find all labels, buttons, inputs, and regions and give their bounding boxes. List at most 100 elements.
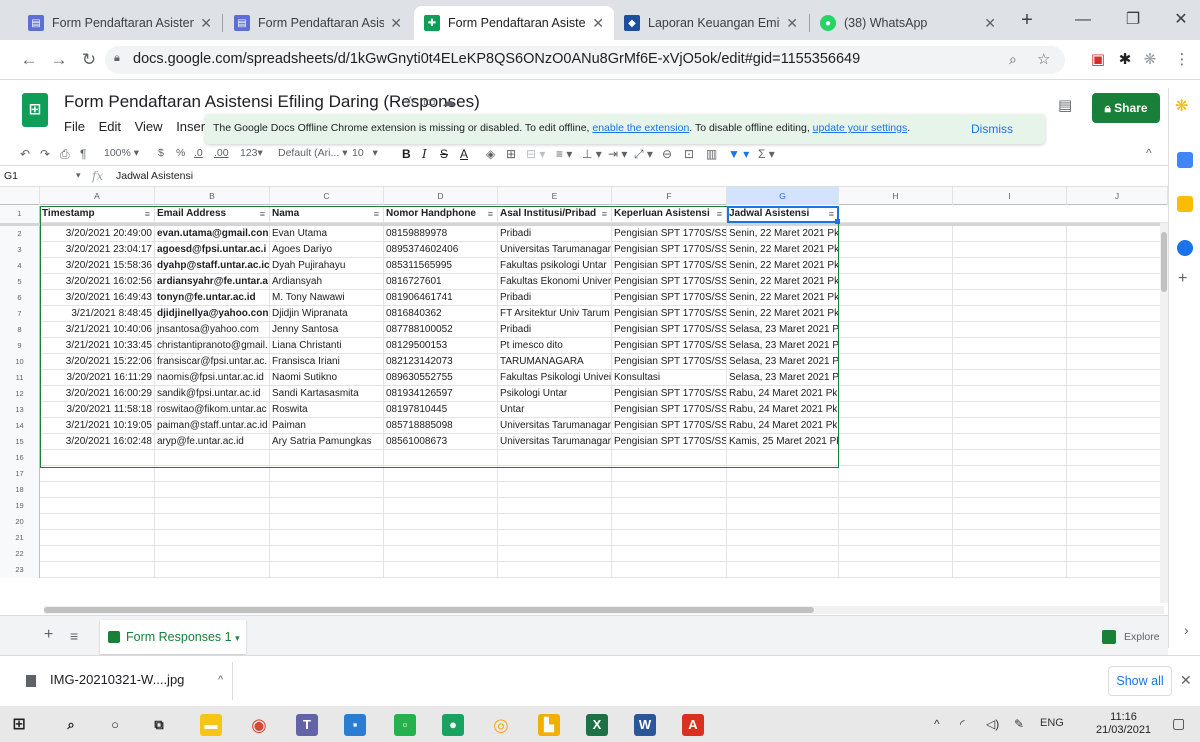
cell-institusi[interactable]: Universitas Tarumanagar [498, 418, 612, 434]
cell-phone[interactable]: 085311565995 [384, 258, 498, 274]
paint-format-icon[interactable]: ¶ [80, 147, 86, 161]
more-formats-select[interactable]: 123▾ [240, 147, 263, 159]
tray-chevron-up-icon[interactable]: ^ [934, 717, 940, 731]
empty-cell[interactable] [155, 450, 270, 466]
filter-icon[interactable]: ▼ ▾ [728, 147, 749, 161]
filter-icon[interactable]: ≡ [717, 206, 722, 222]
cell-keperluan[interactable]: Pengisian SPT 1770S/SS [612, 386, 727, 402]
empty-cell[interactable] [953, 274, 1067, 290]
cell-phone[interactable]: 0816727601 [384, 274, 498, 290]
empty-cell[interactable] [953, 306, 1067, 322]
empty-cell[interactable] [1067, 306, 1168, 322]
empty-cell[interactable] [953, 450, 1067, 466]
empty-cell[interactable] [727, 466, 839, 482]
cell-timestamp[interactable]: 3/20/2021 23:04:17 [40, 242, 155, 258]
empty-cell[interactable] [727, 450, 839, 466]
empty-cell[interactable] [270, 450, 384, 466]
cell-email[interactable]: evan.utama@gmail.con [155, 226, 270, 242]
column-header-b[interactable]: B [155, 187, 270, 205]
empty-cell[interactable] [839, 434, 953, 450]
empty-cell[interactable] [498, 514, 612, 530]
cell-jadwal[interactable]: Selasa, 23 Maret 2021 Pk 09.00-10.00 [727, 354, 839, 370]
header-cell-jadwal[interactable]: Jadwal Asistensi ≡ [727, 206, 839, 222]
header-cell-phone[interactable]: Nomor Handphone ≡ [384, 206, 498, 222]
zoom-icon[interactable]: ⌕ [1009, 51, 1017, 68]
cell-nama[interactable]: Ary Satria Pamungkas [270, 434, 384, 450]
empty-cell[interactable] [40, 498, 155, 514]
column-header-e[interactable]: E [498, 187, 612, 205]
strikethrough-button[interactable]: S [440, 147, 448, 161]
filter-icon[interactable]: ≡ [145, 206, 150, 222]
empty-cell[interactable] [839, 530, 953, 546]
cell-nama[interactable]: Liana Christanti [270, 338, 384, 354]
add-addon-icon[interactable]: + [1178, 270, 1187, 288]
empty-cell[interactable] [1067, 514, 1168, 530]
empty-cell[interactable] [953, 354, 1067, 370]
profile-avatar[interactable]: ❋ [1169, 80, 1200, 140]
select-all-corner[interactable] [0, 187, 40, 205]
merge-cells-icon[interactable]: ⊟ ▾ [526, 147, 545, 161]
row-header[interactable]: 8 [0, 322, 40, 338]
row-header[interactable]: 13 [0, 402, 40, 418]
empty-cell[interactable] [384, 530, 498, 546]
cell-jadwal[interactable]: Senin, 22 Maret 2021 Pk 13.00-14.00 [727, 226, 839, 242]
empty-cell[interactable] [1067, 482, 1168, 498]
row-header[interactable]: 10 [0, 354, 40, 370]
add-sheet-icon[interactable]: + [44, 626, 53, 644]
cell-nama[interactable]: M. Tony Nawawi [270, 290, 384, 306]
empty-cell[interactable] [839, 482, 953, 498]
cell-phone[interactable]: 082123142073 [384, 354, 498, 370]
empty-cell[interactable] [953, 514, 1067, 530]
row-header[interactable]: 7 [0, 306, 40, 322]
empty-cell[interactable] [1067, 530, 1168, 546]
empty-cell[interactable] [155, 498, 270, 514]
cell-timestamp[interactable]: 3/20/2021 11:58:18 [40, 402, 155, 418]
word-icon[interactable]: W [634, 714, 656, 736]
header-cell-nama[interactable]: Nama ≡ [270, 206, 384, 222]
system-clock[interactable]: 11:16 21/03/2021 [1096, 711, 1151, 737]
empty-cell[interactable] [953, 370, 1067, 386]
cell-keperluan[interactable]: Pengisian SPT 1770S/SS [612, 354, 727, 370]
cell-jadwal[interactable]: Selasa, 23 Maret 2021 Pk 10.00-11.00 [727, 338, 839, 354]
cell-email[interactable]: aryp@fe.untar.ac.id [155, 434, 270, 450]
empty-cell[interactable] [155, 530, 270, 546]
cell-phone[interactable]: 08561008673 [384, 434, 498, 450]
search-icon[interactable]: ⌕ [60, 714, 82, 736]
row-header[interactable]: 11 [0, 370, 40, 386]
font-select[interactable]: Default (Ari... ▾ [278, 147, 347, 159]
cell-timestamp[interactable]: 3/21/2021 10:40:06 [40, 322, 155, 338]
cell-nama[interactable]: Sandi Kartasasmita [270, 386, 384, 402]
cell-keperluan[interactable]: Pengisian SPT 1770S/SS [612, 418, 727, 434]
menu-insert[interactable]: Insert [176, 119, 209, 134]
currency-format-button[interactable]: $ [158, 147, 164, 159]
cell-timestamp[interactable]: 3/21/2021 10:33:45 [40, 338, 155, 354]
header-cell-email[interactable]: Email Address ≡ [155, 206, 270, 222]
cell-keperluan[interactable]: Pengisian SPT 1770S/SS [612, 226, 727, 242]
empty-cell[interactable] [384, 498, 498, 514]
notification-icon[interactable]: ▢ [1172, 715, 1185, 732]
row-header[interactable]: 23 [0, 562, 40, 578]
empty-cell[interactable] [1067, 258, 1168, 274]
undo-icon[interactable]: ↶ [20, 147, 30, 161]
cell-phone[interactable]: 08129500153 [384, 338, 498, 354]
empty-cell[interactable] [953, 498, 1067, 514]
empty-cell[interactable] [40, 450, 155, 466]
name-box-dropdown-icon[interactable]: ▾ [76, 170, 81, 181]
media-player-icon[interactable]: ◎ [490, 714, 512, 736]
horizontal-align-icon[interactable]: ≡ ▾ [556, 147, 572, 161]
row-header[interactable]: 2 [0, 226, 40, 242]
empty-cell[interactable] [40, 482, 155, 498]
empty-cell[interactable] [1067, 354, 1168, 370]
empty-cell[interactable] [839, 386, 953, 402]
close-icon[interactable]: ✕ [984, 15, 996, 32]
empty-cell[interactable] [155, 562, 270, 578]
empty-cell[interactable] [839, 498, 953, 514]
sticky-app-icon[interactable]: ▙ [538, 714, 560, 736]
empty-cell[interactable] [839, 354, 953, 370]
windows-start-icon[interactable]: ⊞ [8, 714, 30, 736]
cell-phone[interactable]: 081934126597 [384, 386, 498, 402]
empty-cell[interactable] [498, 466, 612, 482]
empty-cell[interactable] [40, 530, 155, 546]
cell-jadwal[interactable]: Selasa, 23 Maret 2021 Pk 09.00-10.00 [727, 370, 839, 386]
empty-cell[interactable] [953, 466, 1067, 482]
